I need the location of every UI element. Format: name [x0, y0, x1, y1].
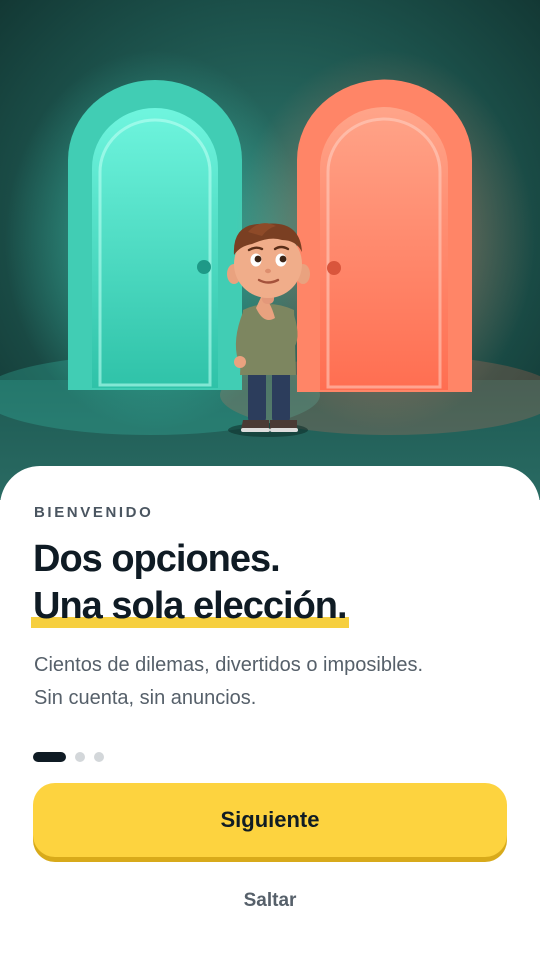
onboarding-screen: BIENVENIDO Dos opciones. Una sola elecci…	[0, 0, 540, 960]
page-dot-1[interactable]	[33, 752, 66, 762]
page-indicator	[33, 752, 104, 762]
hero-illustration	[0, 0, 540, 500]
title-highlight: Una sola elección.	[31, 583, 349, 630]
page-dot-3[interactable]	[94, 752, 104, 762]
title-line-1: Dos opciones.	[33, 538, 281, 580]
subtitle: Cientos de dilemas, divertidos o imposib…	[34, 649, 514, 715]
page-title: Dos opciones. Una sola elección.	[31, 536, 349, 630]
title-line-2: Una sola elección.	[31, 583, 349, 630]
subtitle-line-2: Sin cuenta, sin anuncios.	[34, 687, 257, 709]
skip-button[interactable]: Saltar	[0, 890, 540, 912]
eyebrow-label: BIENVENIDO	[34, 504, 154, 521]
page-dot-2[interactable]	[75, 752, 85, 762]
next-button[interactable]: Siguiente	[33, 783, 507, 857]
subtitle-line-1: Cientos de dilemas, divertidos o imposib…	[34, 654, 424, 676]
